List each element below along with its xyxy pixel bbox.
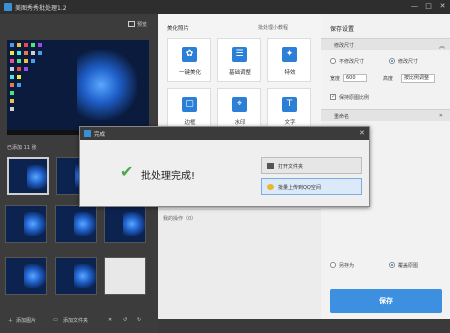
tutorial-link[interactable]: 批处理小教程 — [258, 24, 288, 31]
height-label: 高度 — [383, 76, 394, 82]
thumbnail[interactable] — [7, 157, 49, 195]
desktop-icons — [10, 43, 54, 123]
save-as-radio[interactable] — [330, 262, 336, 268]
thumbnail[interactable] — [55, 257, 97, 295]
folder-icon — [267, 163, 274, 169]
dialog-close-icon[interactable]: ✕ — [359, 129, 365, 137]
rotate-right-icon[interactable]: ↻ — [137, 317, 141, 323]
save-button[interactable]: 保存 — [330, 289, 442, 313]
add-image-icon[interactable]: ＋ — [8, 317, 13, 324]
title-bar: 美图秀秀批处理1.2 — □ ✕ — [0, 0, 450, 14]
preview-image — [7, 40, 149, 135]
app-logo-icon — [84, 130, 91, 137]
keep-size-label: 不修改尺寸 — [339, 59, 365, 65]
tool-label: 水印 — [234, 120, 246, 126]
section-rename[interactable]: 重命名 » — [321, 109, 450, 121]
section-resize[interactable]: 修改尺寸 ︽ — [321, 38, 450, 50]
watermark-icon: ⌖ — [232, 97, 247, 112]
tool-label: 基础调整 — [228, 70, 251, 76]
maximize-button[interactable]: □ — [424, 2, 433, 11]
tool-label: 边框 — [184, 120, 196, 126]
save-settings-heading: 保存设置 — [330, 26, 355, 33]
keep-ratio-label: 保持原图比例 — [339, 95, 370, 101]
chevron-down-icon: » — [439, 112, 443, 119]
star-icon — [267, 184, 274, 190]
chevron-up-icon: ︽ — [439, 43, 446, 50]
app-window: 美图秀秀批处理1.2 — □ ✕ 预览 已添加 11 张 ＋ 添加图片 ▭ 添加… — [0, 0, 450, 333]
keep-ratio-checkbox[interactable] — [330, 93, 336, 100]
left-bottom-bar: ＋ 添加图片 ▭ 添加文件夹 ✕ ↺ ↻ — [0, 309, 158, 333]
add-folder-button[interactable]: 添加文件夹 — [63, 317, 88, 324]
text-icon: T — [282, 97, 297, 112]
overwrite-label: 覆盖原图 — [398, 263, 419, 269]
modify-size-label: 修改尺寸 — [398, 59, 419, 65]
width-input[interactable]: 600 — [343, 74, 367, 82]
minimize-button[interactable]: — — [410, 2, 419, 11]
tool-label: 特效 — [284, 70, 296, 76]
overwrite-radio[interactable] — [389, 262, 395, 268]
modify-size-radio[interactable] — [389, 58, 395, 64]
windows-logo-glow — [77, 50, 137, 120]
completion-dialog: 完成 ✕ ✔ 批处理完成! 打开文件夹 批量上传到QQ空间 — [79, 126, 370, 207]
image-count: 已添加 11 张 — [7, 145, 37, 151]
save-settings-header: 保存设置 — [321, 14, 450, 38]
checkmark-icon: ✔ — [120, 162, 134, 181]
app-title: 美图秀秀批处理1.2 — [15, 5, 67, 12]
history-label: 我的操作（0） — [163, 216, 197, 222]
thumbnail[interactable] — [104, 257, 146, 295]
flower-icon: ✿ — [182, 47, 197, 62]
preview-icon[interactable] — [128, 21, 135, 27]
preview-label[interactable]: 预览 — [137, 21, 147, 28]
sliders-icon: ☰ — [232, 47, 247, 62]
thumbnail[interactable] — [5, 257, 47, 295]
thumbnail[interactable] — [5, 205, 47, 243]
save-as-label: 另存为 — [339, 263, 355, 269]
section-rename-label: 重命名 — [334, 114, 350, 120]
keep-size-radio[interactable] — [330, 58, 336, 64]
thumbnail[interactable] — [55, 205, 97, 243]
height-mode-select[interactable]: 按比例调整 — [401, 74, 435, 83]
magic-wand-icon: ✦ — [282, 47, 297, 62]
completion-message: 批处理完成! — [141, 171, 196, 182]
rotate-left-icon[interactable]: ↺ — [123, 317, 127, 323]
upload-qq-label: 批量上传到QQ空间 — [278, 185, 321, 191]
tool-label: 文字 — [284, 120, 296, 126]
dialog-title: 完成 — [94, 132, 106, 138]
width-label: 宽度 — [330, 76, 341, 82]
tool-one-click-beautify[interactable]: ✿ 一键美化 — [167, 38, 211, 82]
close-button[interactable]: ✕ — [438, 2, 447, 11]
open-folder-button[interactable]: 打开文件夹 — [261, 157, 362, 174]
history-panel: 我的操作（0） — [158, 209, 321, 319]
thumbnail[interactable] — [104, 205, 146, 243]
section-resize-label: 修改尺寸 — [334, 43, 355, 49]
folder-icon[interactable]: ▭ — [53, 317, 58, 323]
frame-icon: ▢ — [182, 97, 197, 112]
app-logo-icon — [4, 3, 12, 11]
beautify-heading: 美化照片 — [167, 26, 190, 32]
upload-qq-button[interactable]: 批量上传到QQ空间 — [261, 178, 362, 195]
tool-effects[interactable]: ✦ 特效 — [267, 38, 311, 82]
dialog-title-bar: 完成 ✕ — [80, 127, 369, 140]
delete-icon[interactable]: ✕ — [108, 317, 112, 323]
tool-basic-adjust[interactable]: ☰ 基础调整 — [217, 38, 261, 82]
add-image-button[interactable]: 添加图片 — [16, 317, 36, 324]
open-folder-label: 打开文件夹 — [278, 164, 304, 170]
tool-label: 一键美化 — [178, 70, 201, 76]
